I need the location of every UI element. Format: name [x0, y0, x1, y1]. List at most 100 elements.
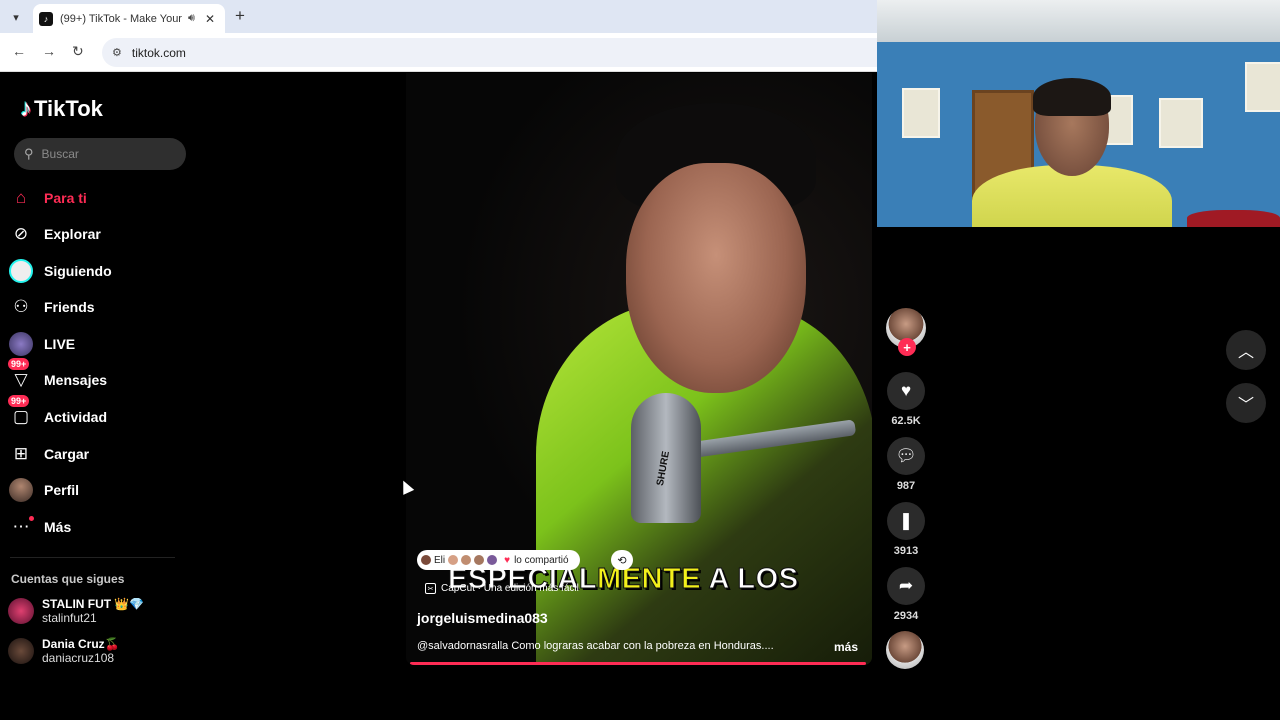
- repost-icon[interactable]: ⟲: [611, 550, 633, 570]
- scroll-up-chevron-icon[interactable]: ︿: [1226, 330, 1266, 370]
- nav-label: Siguiendo: [44, 263, 112, 279]
- forward-arrow-icon[interactable]: →: [42, 43, 56, 59]
- profile-icon: [8, 477, 34, 503]
- following-account-item[interactable]: STALIN FUT 👑💎 stalinfut21: [8, 597, 144, 625]
- screen: ▾ ♪ (99+) TikTok - Make Your Da 🔊︎ ✕ + ←…: [0, 0, 1280, 720]
- activity-icon: ▢ 99+: [8, 395, 34, 430]
- back-arrow-icon[interactable]: ←: [12, 43, 26, 59]
- browser-tab-tiktok[interactable]: ♪ (99+) TikTok - Make Your Da 🔊︎ ✕: [33, 4, 225, 33]
- shared-by-name: Eli: [434, 554, 446, 566]
- nav-label: Cargar: [44, 446, 90, 462]
- scroll-down-chevron-icon[interactable]: ﹀: [1226, 383, 1266, 423]
- search-icon: ⚲: [24, 146, 34, 161]
- capcut-icon: ✂: [425, 583, 436, 594]
- like-action[interactable]: ♥ 62.5K: [886, 372, 926, 427]
- following-section-title: Cuentas que sigues: [11, 572, 125, 586]
- bookmark-icon[interactable]: ❚: [887, 502, 925, 540]
- webcam-red-object: [1187, 210, 1280, 227]
- shared-text: lo compartió: [514, 554, 569, 566]
- omnibox[interactable]: ⚙ tiktok.com: [102, 38, 877, 67]
- activity-badge: 99+: [8, 395, 30, 407]
- comment-count: 987: [896, 480, 916, 492]
- close-tab-icon[interactable]: ✕: [205, 12, 215, 26]
- webcam-poster: [902, 88, 940, 138]
- nav-item-cargar[interactable]: ⊞ Cargar: [8, 439, 188, 469]
- capcut-link[interactable]: ✂ CapCut · Una edición más fácil: [425, 583, 579, 594]
- tiktok-logo[interactable]: ♪ TikTok: [20, 95, 103, 123]
- url-text: tiktok.com: [131, 45, 186, 60]
- avatar: [448, 555, 459, 565]
- nav-item-mas[interactable]: ⋯ Más: [8, 512, 188, 542]
- nav-item-explorar[interactable]: ⊘ Explorar: [8, 219, 188, 249]
- nav-item-friends[interactable]: ⚇ Friends: [8, 292, 188, 322]
- caption-end: A LOS: [701, 563, 799, 596]
- nav-label: Más: [44, 519, 72, 535]
- nav-item-mensajes[interactable]: ▽ 99+ Mensajes: [8, 358, 188, 395]
- following-name: STALIN FUT 👑💎: [42, 597, 145, 611]
- follow-plus-icon[interactable]: +: [898, 338, 916, 356]
- nav-label: Actividad: [44, 409, 108, 425]
- save-action[interactable]: ❚ 3913: [886, 502, 926, 557]
- video-player[interactable]: SHURE ESPECIALMENTE A LOS Eli ♥ lo compa…: [406, 73, 872, 665]
- search-box[interactable]: ⚲: [14, 138, 186, 170]
- live-icon: [8, 331, 34, 357]
- share-action[interactable]: ➦ 2934: [886, 567, 926, 622]
- heart-icon: ♥: [504, 554, 511, 566]
- heart-icon[interactable]: ♥: [887, 372, 925, 410]
- comment-icon[interactable]: 💬︎: [887, 437, 925, 475]
- tiktok-note-icon: ♪: [20, 95, 32, 122]
- save-count: 3913: [893, 545, 919, 557]
- video-frame-face: [626, 163, 806, 393]
- caption-yellow: MENTE: [597, 563, 702, 596]
- music-disc-avatar[interactable]: [886, 631, 924, 669]
- shared-by-pill[interactable]: Eli ♥ lo compartió: [417, 550, 580, 570]
- more-icon: ⋯: [8, 514, 34, 540]
- browser-tabbar: ▾ ♪ (99+) TikTok - Make Your Da 🔊︎ ✕ +: [0, 0, 877, 33]
- nav-item-para-ti[interactable]: ⌂ Para ti: [8, 183, 188, 213]
- nav-item-actividad[interactable]: ▢ 99+ Actividad: [8, 395, 188, 432]
- home-icon: ⌂: [15, 188, 27, 207]
- avatar: [421, 555, 431, 565]
- tiktok-favicon-icon: ♪: [39, 11, 53, 26]
- logo-text: TikTok: [34, 96, 103, 121]
- video-author[interactable]: jorgeluismedina083: [417, 610, 548, 626]
- tiktok-page: ♪ TikTok ⚲ ⌂ Para ti ⊘ Explorar Siguiend…: [0, 73, 877, 720]
- tab-list-chevron-icon[interactable]: ▾: [6, 7, 26, 27]
- following-name: Dania Cruz🍒: [42, 637, 120, 651]
- upload-icon: ⊞: [13, 444, 29, 463]
- friends-icon: ⚇: [13, 297, 29, 316]
- speaker-icon[interactable]: 🔊︎: [188, 12, 195, 25]
- following-handle: daniacruz108: [42, 651, 115, 665]
- new-tab-plus-icon[interactable]: +: [235, 6, 245, 26]
- webcam-overlay: [877, 0, 1280, 227]
- search-input[interactable]: [41, 147, 162, 161]
- nav-item-live[interactable]: LIVE: [8, 329, 188, 359]
- share-count: 2934: [893, 610, 919, 622]
- avatar: [487, 555, 498, 565]
- avatar: [461, 555, 472, 565]
- reload-icon[interactable]: ↻: [72, 43, 84, 60]
- share-icon[interactable]: ➦: [887, 567, 925, 605]
- comment-action[interactable]: 💬︎ 987: [886, 437, 926, 492]
- nav-label: Para ti: [44, 190, 87, 206]
- webcam-poster: [1245, 62, 1280, 112]
- webcam-person-hair: [1033, 78, 1111, 116]
- site-settings-icon[interactable]: ⚙: [112, 46, 122, 59]
- nav-item-perfil[interactable]: Perfil: [8, 475, 188, 505]
- video-progress-bar[interactable]: [410, 662, 866, 665]
- webcam-ceiling: [877, 0, 1280, 42]
- avatar: [474, 555, 485, 565]
- capcut-text: CapCut · Una edición más fácil: [441, 583, 579, 594]
- following-icon: [8, 258, 34, 284]
- video-description: @salvadornasralla Como lograras acabar c…: [417, 640, 774, 652]
- more-button[interactable]: más: [834, 640, 858, 654]
- avatar: [8, 598, 34, 624]
- address-toolbar: ← → ↻ ⚙ tiktok.com: [0, 33, 877, 72]
- nav-label: Mensajes: [44, 372, 108, 388]
- following-account-item[interactable]: Dania Cruz🍒 daniacruz108: [8, 637, 120, 665]
- nav-item-siguiendo[interactable]: Siguiendo: [8, 256, 188, 286]
- nav-label: Friends: [44, 299, 95, 315]
- avatar: [8, 638, 34, 664]
- messages-badge: 99+: [8, 358, 30, 370]
- nav-label: LIVE: [44, 336, 76, 352]
